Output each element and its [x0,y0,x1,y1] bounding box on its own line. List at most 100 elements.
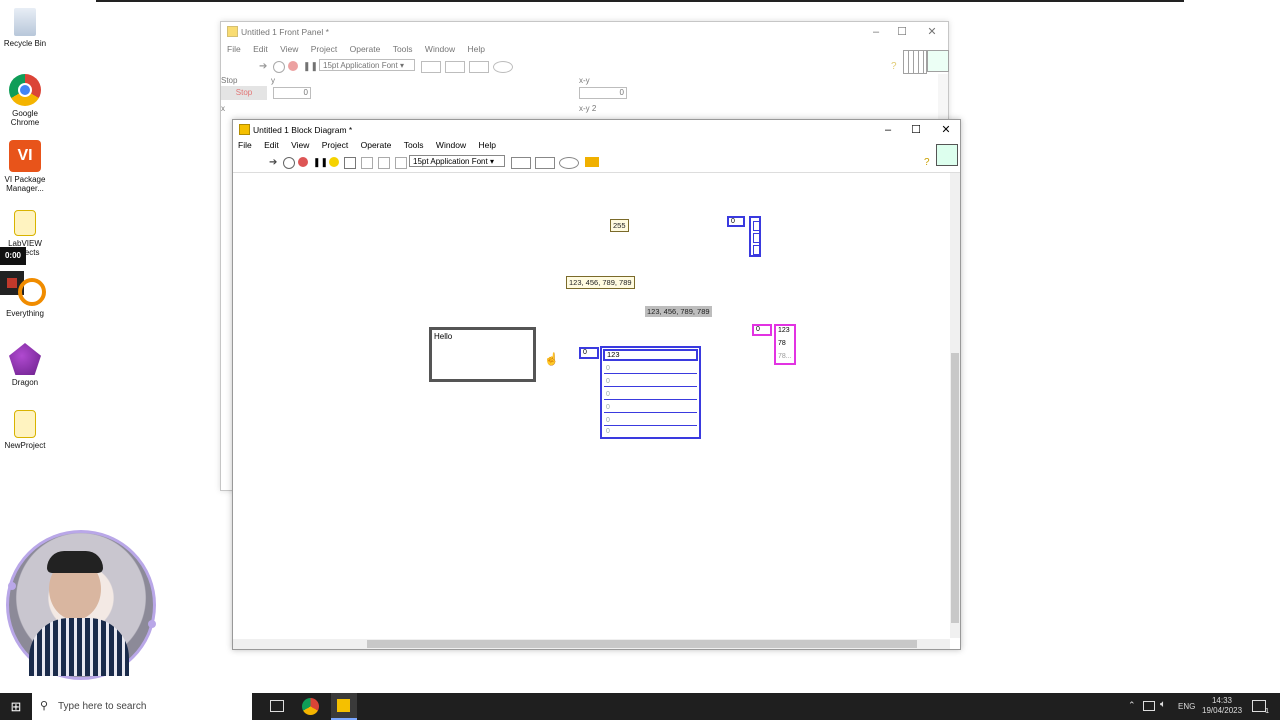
labview-icon [337,699,350,712]
string-constant[interactable]: 123, 456, 789, 789 [566,276,635,289]
menu-window[interactable]: Window [436,140,466,150]
menu-view[interactable]: View [291,140,309,150]
array-constant-pink[interactable]: 123 78 78... [774,324,796,365]
run-continuously-icon[interactable] [283,157,295,169]
chevron-up-icon[interactable]: ⌃ [1128,700,1136,711]
numeric-constant-255[interactable]: 255 [610,219,629,232]
string-constant-hello[interactable]: Hello [429,327,536,382]
desktop-icon-newproject[interactable]: NewProject [0,410,50,450]
vi-icon[interactable] [936,144,958,166]
maximize-button[interactable]: ☐ [906,123,926,137]
distribute-objects-icon[interactable] [445,61,465,73]
pause-icon[interactable]: ❚❚ [313,157,328,167]
step-out-icon[interactable] [395,157,407,169]
array-element: 0 [604,402,697,413]
volume-icon[interactable]: 🔈︎ [1160,699,1166,710]
run-arrow-icon[interactable]: ➔ [269,157,279,168]
reorder-icon[interactable] [493,61,513,73]
labview-file-icon [14,210,36,236]
menu-tools[interactable]: Tools [393,44,413,54]
desktop-icon-label: Recycle Bin [3,39,47,48]
notification-icon[interactable]: 1 [1252,700,1269,715]
array-index-display[interactable]: 0 [752,324,772,336]
resize-objects-icon[interactable] [469,61,489,73]
desktop-icon-chrome[interactable]: Google Chrome [0,74,50,127]
close-button[interactable]: ✕ [922,25,942,39]
desktop-icon-everything[interactable]: Everything [0,278,50,318]
start-button[interactable]: ⊞ [0,693,32,720]
array-element: 0 [604,363,697,374]
array-index-display[interactable]: 0 [727,216,745,227]
menu-project[interactable]: Project [322,140,348,150]
chrome-icon [9,74,41,106]
maximize-button[interactable]: ☐ [892,25,912,39]
y-numeric-control[interactable]: 0 [273,87,311,99]
search-box[interactable]: ⚲ Type here to search [32,693,252,720]
menu-help[interactable]: Help [479,140,496,150]
minimize-button[interactable]: – [878,123,898,137]
step-into-icon[interactable] [361,157,373,169]
menu-edit[interactable]: Edit [264,140,279,150]
overlay-dot [148,620,156,628]
help-icon[interactable]: ? [891,61,901,72]
everything-search-icon [18,278,46,306]
minimize-button[interactable]: – [866,25,886,39]
distribute-objects-icon[interactable] [535,157,555,169]
block-diagram-titlebar[interactable]: Untitled 1 Block Diagram * – ☐ ✕ [233,120,960,140]
menu-edit[interactable]: Edit [253,44,268,54]
align-objects-icon[interactable] [511,157,531,169]
network-icon[interactable] [1143,701,1155,711]
horizontal-scrollbar[interactable] [233,639,950,649]
array-constant-blue-small[interactable] [749,216,761,257]
horizontal-scrollbar-thumb[interactable] [367,640,917,648]
menu-window[interactable]: Window [425,44,455,54]
array-constant-blue-large[interactable]: 123 0 0 0 0 0 0 [600,346,701,439]
menu-operate[interactable]: Operate [361,140,392,150]
desktop-icon-vipm[interactable]: VI VI Package Manager... [0,140,50,193]
run-arrow-icon[interactable]: ➔ [259,61,269,72]
labview-icon [227,26,238,37]
front-panel-titlebar[interactable]: Untitled 1 Front Panel * – ☐ ✕ [221,22,948,42]
menu-operate[interactable]: Operate [350,44,381,54]
highlight-execution-icon[interactable] [329,157,339,167]
menu-project[interactable]: Project [311,44,337,54]
menu-file[interactable]: File [227,44,241,54]
clean-up-diagram-icon[interactable] [585,157,599,167]
array-element: 78... [778,353,792,360]
array-index-display[interactable]: 0 [579,347,599,359]
retain-wire-values-icon[interactable] [344,157,356,169]
clock[interactable]: 14:33 19/04/2023 [1202,696,1242,716]
array-element: 0 [604,415,697,426]
help-icon[interactable]: ? [924,157,934,168]
desktop-icon-recycle-bin[interactable]: Recycle Bin [0,8,50,48]
task-view-icon[interactable] [270,700,284,712]
language-indicator[interactable]: ENG [1178,702,1195,711]
run-continuously-icon[interactable] [273,61,285,73]
menu-file[interactable]: File [238,140,252,150]
font-select[interactable]: 15pt Application Font ▾ [319,59,415,71]
string-constant-selected[interactable]: 123, 456, 789, 789 [645,306,712,317]
reorder-icon[interactable] [559,157,579,169]
vi-icon[interactable] [927,50,949,72]
close-button[interactable]: ✕ [936,123,956,137]
block-diagram-window[interactable]: Untitled 1 Block Diagram * – ☐ ✕ File Ed… [232,119,961,650]
labview-taskbar-button[interactable] [331,693,357,720]
connector-pane-icon[interactable] [903,50,927,74]
desktop-icon-dragon[interactable]: Dragon [0,343,50,387]
menu-help[interactable]: Help [468,44,485,54]
pause-icon[interactable]: ❚❚ [303,61,318,71]
align-objects-icon[interactable] [421,61,441,73]
stop-button[interactable]: Stop [221,86,267,100]
vertical-scrollbar-thumb[interactable] [951,353,959,623]
menu-view[interactable]: View [280,44,298,54]
font-select[interactable]: 15pt Application Font ▾ [409,155,505,167]
chrome-taskbar-icon[interactable] [302,698,319,715]
abort-icon[interactable] [288,61,298,71]
xy-numeric-indicator[interactable]: 0 [579,87,627,99]
array-element [753,245,760,255]
step-over-icon[interactable] [378,157,390,169]
abort-icon[interactable] [298,157,308,167]
vertical-scrollbar[interactable] [950,173,960,638]
window-title: Untitled 1 Block Diagram * [253,125,353,135]
menu-tools[interactable]: Tools [404,140,424,150]
